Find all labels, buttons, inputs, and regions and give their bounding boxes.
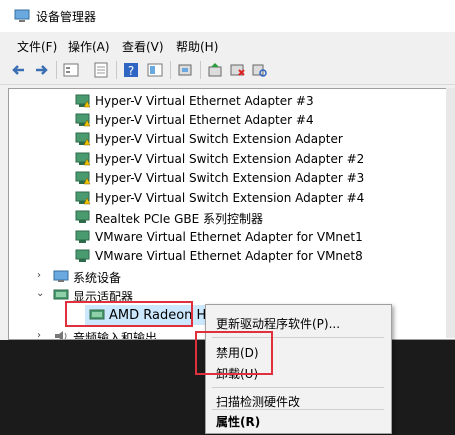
tree-item-label: Hyper-V Virtual Ethernet Adapter #4	[95, 113, 314, 127]
network-adapter-warning-icon	[75, 171, 91, 185]
network-adapter-warning-icon	[75, 191, 91, 205]
network-adapter-warning-icon	[75, 94, 91, 108]
menu-file[interactable]: 文件(F)	[17, 38, 57, 55]
window-title: 设备管理器	[36, 10, 97, 24]
toolbar-separator	[200, 61, 201, 79]
chevron-down-icon[interactable]: ⌄	[36, 288, 44, 299]
svg-text:?: ?	[128, 64, 134, 78]
toolbar-separator	[170, 61, 171, 79]
tree-item-label: Realtek PCIe GBE 系列控制器	[95, 212, 264, 226]
tree-item-label: VMware Virtual Ethernet Adapter for VMne…	[95, 230, 363, 244]
update-driver-icon[interactable]	[206, 61, 224, 79]
disable-icon[interactable]	[228, 61, 246, 79]
device-manager-icon	[14, 9, 30, 22]
highlight-box-device	[65, 301, 193, 327]
tree-item-label: VMware Virtual Ethernet Adapter for VMne…	[95, 249, 363, 263]
driver-icon[interactable]	[176, 61, 194, 79]
menu-scan-hardware[interactable]: 扫描检测硬件改	[216, 393, 300, 410]
forward-icon[interactable]	[32, 61, 50, 79]
menu-update-driver[interactable]: 更新驱动程序软件(P)...	[216, 315, 340, 332]
help-icon[interactable]: ?	[122, 61, 140, 79]
properties-icon[interactable]	[62, 61, 80, 79]
menu-help[interactable]: 帮助(H)	[176, 38, 218, 55]
network-adapter-icon	[75, 210, 90, 223]
menu-bar: 文件(F) 操作(A) 查看(V) 帮助(H)	[0, 34, 455, 58]
menu-action[interactable]: 操作(A)	[68, 38, 110, 55]
toolbar-separator	[56, 61, 57, 79]
view-icon[interactable]	[146, 61, 164, 79]
highlight-box-menu	[195, 331, 273, 375]
device-manager-window: 设备管理器 文件(F) 操作(A) 查看(V) 帮助(H) ? Hyper-V …	[0, 0, 455, 435]
document-icon[interactable]	[92, 61, 110, 79]
tree-item-label: Hyper-V Virtual Switch Extension Adapter…	[95, 152, 365, 166]
menu-properties[interactable]: 属性(R)	[216, 413, 260, 430]
tree-item-label: Hyper-V Virtual Switch Extension Adapter…	[95, 171, 365, 185]
tree-category-label: 音频输入和输出	[73, 331, 158, 340]
tree-item-label: Hyper-V Virtual Ethernet Adapter #3	[95, 94, 314, 108]
network-adapter-icon	[75, 230, 90, 243]
display-adapter-icon	[53, 289, 69, 300]
tree-item-label: Hyper-V Virtual Switch Extension Adapter	[95, 132, 343, 146]
tree-category-label: 系统设备	[73, 271, 122, 285]
menu-separator	[212, 387, 384, 388]
toolbar: ?	[0, 58, 455, 85]
chevron-right-icon[interactable]: ›	[37, 330, 41, 339]
device-tree[interactable]: Hyper-V Virtual Ethernet Adapter #3 Hype…	[8, 88, 455, 340]
network-adapter-warning-icon	[75, 152, 91, 166]
network-adapter-icon	[75, 249, 90, 262]
network-adapter-warning-icon	[75, 132, 91, 146]
back-icon[interactable]	[10, 61, 28, 79]
system-device-icon	[53, 270, 69, 282]
menu-separator	[212, 409, 384, 410]
chevron-right-icon[interactable]: ›	[37, 270, 41, 281]
menu-view[interactable]: 查看(V)	[122, 38, 164, 55]
vertical-scrollbar[interactable]	[446, 88, 455, 338]
audio-icon	[55, 331, 67, 339]
scan-icon[interactable]	[250, 61, 268, 79]
network-adapter-warning-icon	[75, 113, 91, 127]
tree-item-label: Hyper-V Virtual Switch Extension Adapter…	[95, 191, 365, 205]
title-bar: 设备管理器	[0, 0, 455, 32]
toolbar-separator	[116, 61, 117, 79]
